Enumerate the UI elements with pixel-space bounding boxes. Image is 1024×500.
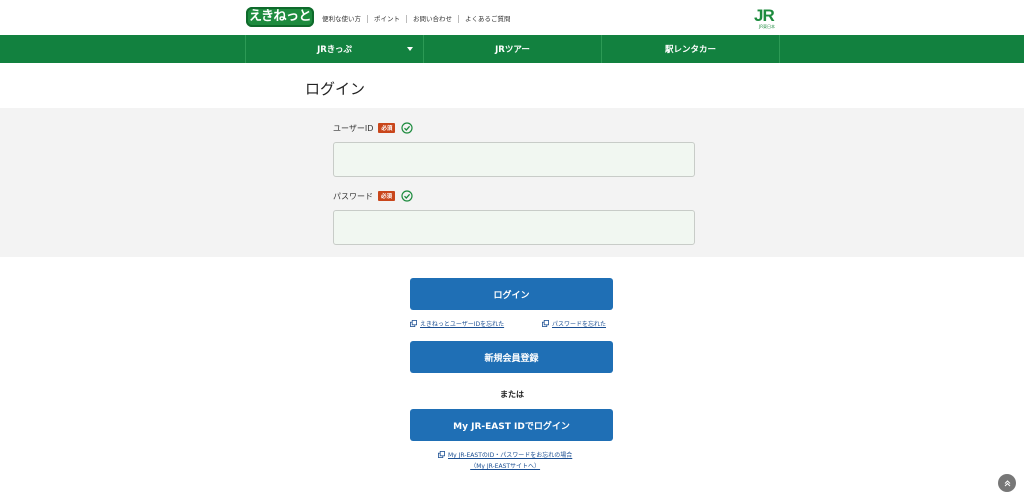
nav-item-label: JRツアー [495,45,530,55]
caret-down-icon [407,47,413,51]
forgot-user-id-text: えきねっとユーザーIDを忘れた [420,321,505,328]
scroll-to-top-button[interactable] [998,474,1016,492]
or-divider-text: または [500,390,524,399]
check-circle-icon [401,122,413,134]
required-badge: 必須 [378,123,396,133]
ekinet-logo[interactable]: えきねっと [246,7,314,27]
nav-item-rental-car[interactable]: 駅レンタカー [602,35,780,63]
forgot-password-text: パスワードを忘れた [552,321,607,328]
user-id-label: ユーザーID 必須 [333,122,413,134]
myjr-forgot-link[interactable]: My JR-EASTのID・パスワードをお忘れの場合 （My JR-EASTサイ… [438,450,572,470]
forgot-password-link[interactable]: パスワードを忘れた [542,319,606,328]
myjr-forgot-line2: （My JR-EASTサイトへ） [470,463,541,470]
nav-item-jr-tour[interactable]: JRツアー [424,35,602,63]
page-title: ログイン [305,80,366,98]
myjr-forgot-line1: My JR-EASTのID・パスワードをお忘れの場合 [448,452,573,459]
external-link-icon [438,451,445,458]
site-header: えきねっと 便利な使い方 ポイント お問い合わせ よくあるご質問 JR JR東日… [0,0,1024,35]
password-input[interactable] [333,210,695,245]
register-button[interactable]: 新規会員登録 [410,341,613,373]
utility-links: 便利な使い方 ポイント お問い合わせ よくあるご質問 [322,15,517,23]
required-badge: 必須 [378,191,396,201]
user-id-input[interactable] [333,142,695,177]
main-nav: JRきっぷ JRツアー 駅レンタカー [0,35,1024,63]
nav-item-jr-tickets[interactable]: JRきっぷ [246,35,424,63]
util-link-guide[interactable]: 便利な使い方 [322,15,367,23]
nav-item-label: JRきっぷ [317,45,352,55]
external-link-icon [542,320,549,327]
util-link-faq[interactable]: よくあるご質問 [458,15,517,23]
password-label: パスワード 必須 [333,190,413,202]
chevron-up-icon [1004,479,1010,486]
check-circle-icon [401,190,413,202]
external-link-icon [410,320,417,327]
util-link-points[interactable]: ポイント [367,15,406,23]
jr-east-logo[interactable]: JR JR東日本 [754,6,780,30]
nav-item-label: 駅レンタカー [664,45,716,55]
login-button[interactable]: ログイン [410,278,613,310]
util-link-contact[interactable]: お問い合わせ [406,15,458,23]
password-label-text: パスワード [333,191,373,201]
user-id-label-text: ユーザーID [333,123,374,133]
jr-mark: JR [754,6,775,25]
forgot-user-id-link[interactable]: えきねっとユーザーIDを忘れた [410,319,504,328]
myjr-east-login-button[interactable]: My JR-EAST IDでログイン [410,409,613,441]
